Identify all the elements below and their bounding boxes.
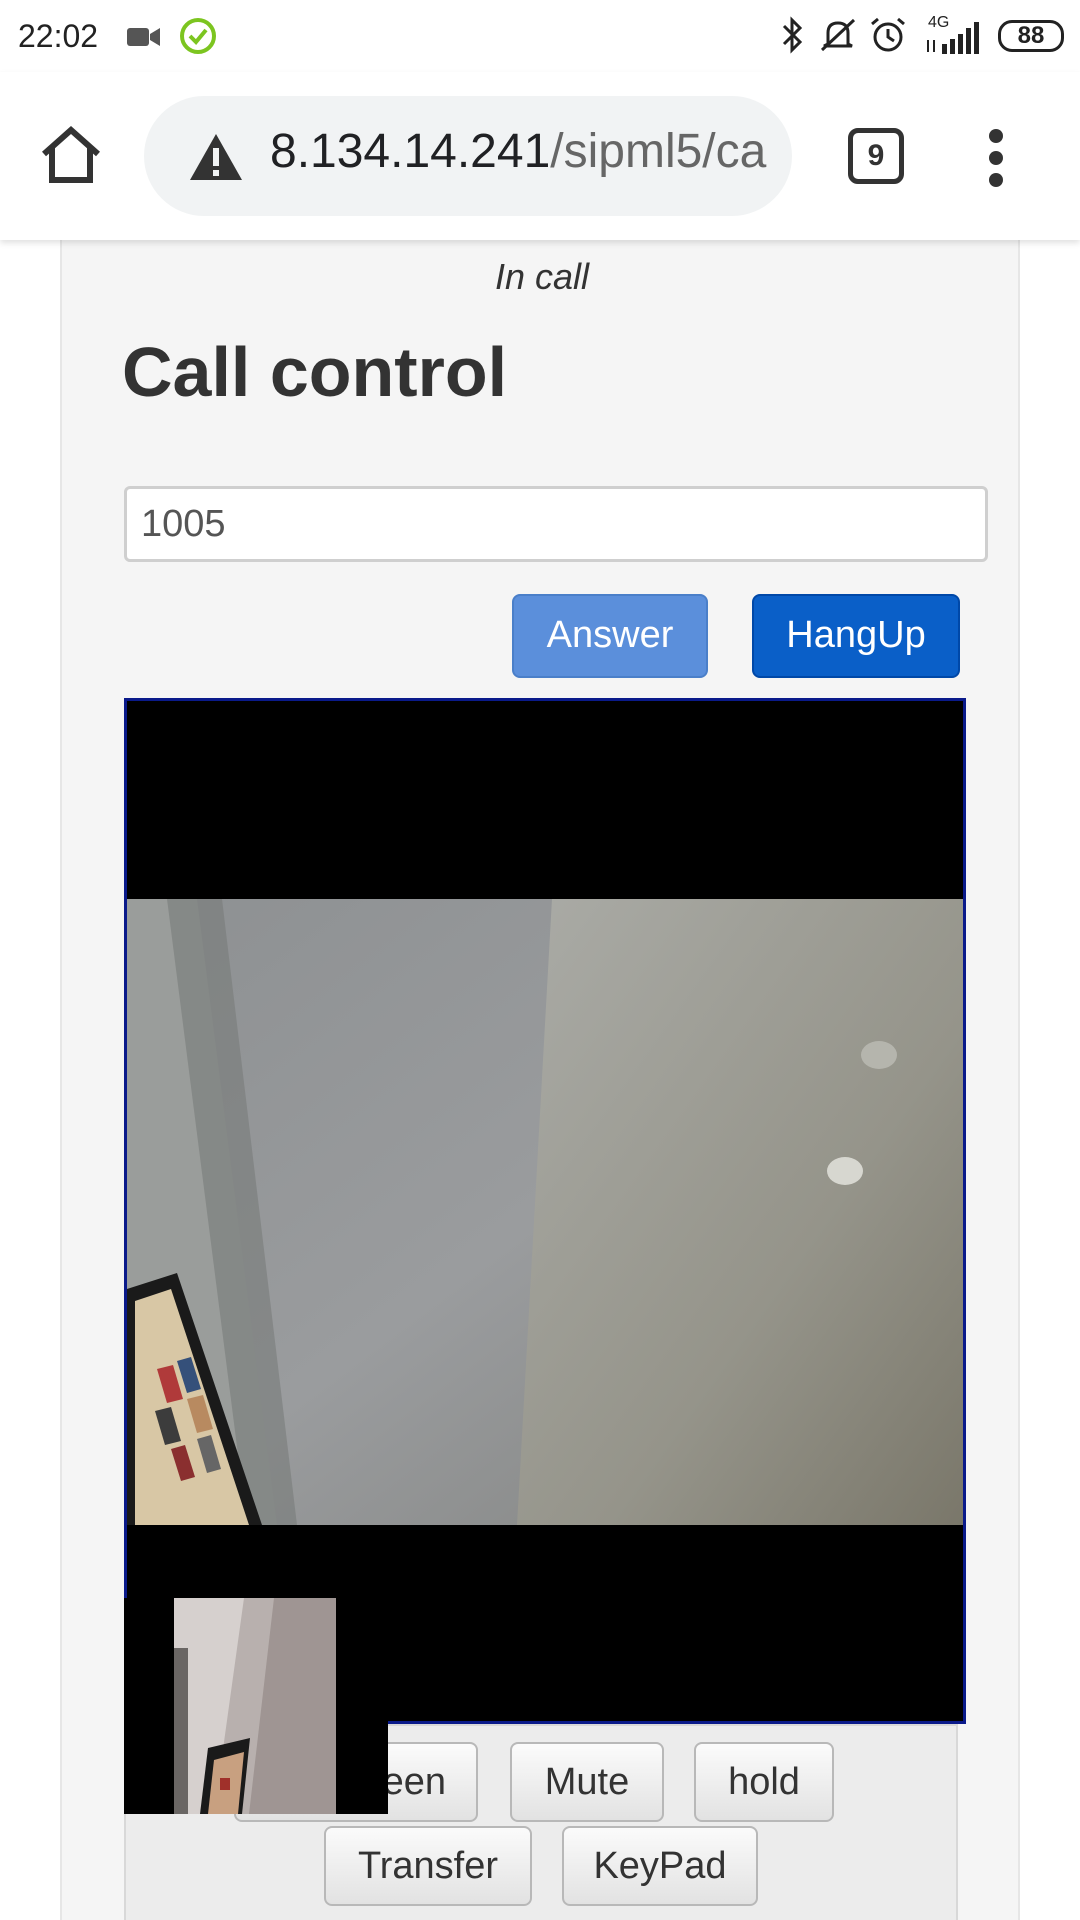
battery-icon: 88 <box>998 20 1064 52</box>
call-panel: In call Call control 1005 Answer HangUp <box>60 240 1020 1920</box>
url-text[interactable]: 8.134.14.241/sipml5/ca <box>270 124 770 179</box>
keypad-button[interactable]: KeyPad <box>562 1826 758 1906</box>
battery-level: 88 <box>1017 22 1045 49</box>
address-bar[interactable]: 8.134.14.241/sipml5/ca <box>144 96 792 216</box>
transfer-button[interactable]: Transfer <box>324 1826 532 1906</box>
hold-button[interactable]: hold <box>694 1742 834 1822</box>
tab-switcher-button[interactable]: 9 <box>848 128 904 184</box>
remote-video-image <box>127 899 963 1525</box>
url-host: 8.134.14.241 <box>270 125 551 178</box>
web-page: In call Call control 1005 Answer HangUp <box>0 240 1080 1920</box>
phone-number-input[interactable]: 1005 <box>124 486 988 562</box>
local-video-image <box>124 1598 388 1814</box>
status-time: 22:02 <box>18 18 99 54</box>
url-path: /sipml5/ca <box>550 125 767 178</box>
bluetooth-icon <box>782 16 803 54</box>
remote-video <box>124 698 966 1724</box>
local-video <box>124 1598 388 1814</box>
page-title: Call control <box>122 333 508 411</box>
status-bar: 22:02 4G 88 <box>0 0 1080 72</box>
check-circle-icon <box>180 18 216 54</box>
fullscreen-label: een <box>382 1761 446 1803</box>
more-vert-icon[interactable] <box>986 128 1006 188</box>
home-icon[interactable] <box>40 124 102 186</box>
tab-count: 9 <box>867 139 885 172</box>
call-status: In call <box>494 256 590 297</box>
remote-video-frame <box>127 899 963 1525</box>
answer-button[interactable]: Answer <box>512 594 708 678</box>
warning-icon[interactable] <box>188 132 244 182</box>
video-camera-icon <box>127 28 160 46</box>
signal-icon <box>927 22 979 54</box>
alarm-icon <box>871 17 905 52</box>
bell-off-icon <box>820 18 856 52</box>
browser-toolbar: 8.134.14.241/sipml5/ca 9 <box>0 72 1080 240</box>
mute-button[interactable]: Mute <box>510 1742 664 1822</box>
hangup-button[interactable]: HangUp <box>752 594 960 678</box>
